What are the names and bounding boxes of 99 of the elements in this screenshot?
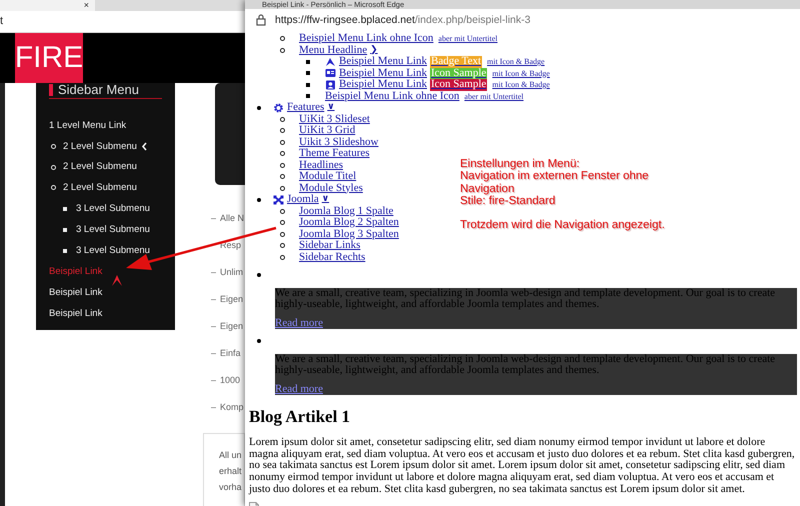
list-dash: –: [211, 320, 218, 333]
feature-text: Eigen: [220, 320, 244, 333]
menu-link[interactable]: Beispiel Menu Link ohne Icon aber mit Untertitel: [299, 33, 498, 44]
menu-link[interactable]: Menu Headline ❯: [299, 44, 378, 56]
site-logo[interactable]: FIRE: [15, 33, 83, 83]
browser-tab[interactable]: ×: [0, 0, 95, 11]
feature-text: Eigen: [220, 293, 244, 306]
active-caret-icon: [111, 274, 123, 286]
bullet-icon: [306, 94, 310, 98]
menu-link[interactable]: Module Styles: [299, 182, 363, 194]
menu-link[interactable]: Sidebar Links: [299, 240, 360, 252]
feature-text: Komp: [220, 401, 244, 414]
list-dash: –: [211, 266, 218, 279]
bullet-icon: [280, 186, 285, 191]
info-text: vorha: [219, 481, 243, 494]
lock-icon: [256, 14, 266, 26]
menu-link[interactable]: UiKit 3 Slideset: [299, 114, 370, 125]
bullet-icon: [257, 198, 261, 202]
menu-link[interactable]: Beispiel Menu Link ohne Icon aber mit Untertitel: [325, 90, 524, 102]
bullet-icon: [280, 36, 285, 42]
menu-link[interactable]: Sidebar Rechts: [299, 252, 366, 263]
menu-badge: Icon Sample: [430, 68, 488, 79]
triangle-icon: [325, 56, 336, 67]
id-card-icon: [325, 68, 336, 78]
sidebar-link[interactable]: 3 Level Submenu: [49, 220, 150, 240]
cross-icon: [273, 194, 284, 205]
sidebar-title: Sidebar Menu: [58, 83, 139, 97]
bullet-icon: [280, 254, 285, 260]
list-dash: –: [211, 293, 218, 306]
list-dash: –: [211, 401, 218, 414]
menu-link[interactable]: Joomla Blog 1 Spalte: [299, 206, 394, 217]
list-dash: –: [211, 374, 218, 387]
list-dash: –: [211, 347, 218, 360]
sidebar-link[interactable]: 2 Level Submenu: [49, 136, 147, 156]
sidebar-link[interactable]: 3 Level Submenu: [49, 198, 150, 218]
article-title: Blog Artikel 1: [249, 407, 352, 427]
sidebar-link[interactable]: 1 Level Menu Link: [49, 116, 126, 136]
bullet-icon: [306, 60, 310, 64]
bullet-icon: [280, 116, 285, 122]
bullet-icon: [280, 162, 285, 168]
read-more-link[interactable]: Read more: [275, 384, 323, 395]
gear-icon: [273, 102, 284, 113]
sidebar-link[interactable]: Beispiel Link: [49, 262, 102, 282]
menu-link[interactable]: Joomla ∨: [273, 194, 330, 206]
menu-link[interactable]: Beispiel Menu Link Badge Text mit Icon & Badge: [325, 56, 545, 68]
menu-link[interactable]: Joomla Blog 2 Spalten: [299, 217, 399, 228]
menu-link[interactable]: Uikit 3 Slideshow: [299, 136, 378, 148]
menu-link[interactable]: Joomla Blog 3 Spalten: [299, 228, 399, 240]
feature-text: 1000: [220, 374, 240, 387]
bullet-icon: [63, 248, 67, 252]
annotation-text: Trotzdem wird die Navigation angezeigt.: [460, 219, 665, 232]
feature-text: Alle N: [220, 212, 244, 225]
menu-link[interactable]: Features ∨: [273, 102, 335, 114]
sidebar-link[interactable]: 2 Level Submenu: [49, 178, 137, 198]
sidebar-link[interactable]: 2 Level Submenu: [49, 157, 137, 177]
menu-link[interactable]: UiKit 3 Grid: [299, 125, 356, 136]
menu-link[interactable]: Beispiel Menu Link Icon Sample mit Icon & Badge: [325, 68, 550, 79]
bullet-icon: [280, 232, 285, 237]
bullet-icon: [257, 338, 261, 343]
info-text: erhalt: [219, 465, 243, 478]
menu-badge: Icon Sample: [430, 79, 488, 90]
close-tab-button[interactable]: ×: [84, 0, 89, 11]
bullet-icon: [280, 48, 285, 53]
bullet-icon: [280, 220, 285, 226]
url-text[interactable]: https://ffw-ringsee.bplaced.net/index.php/beispiel-link-3: [275, 14, 530, 26]
bullet-icon: [306, 82, 310, 87]
annotation-text: Einstellungen im Menü: Navigation im externen Fenster ohne Navigation Stile: fire-Standard: [460, 158, 650, 208]
bullet-icon: [51, 144, 56, 149]
bullet-icon: [51, 185, 56, 190]
bullet-icon: [280, 174, 285, 180]
bullet-icon: [306, 71, 310, 76]
feature-text: Unlim: [220, 266, 244, 279]
info-text: All un: [219, 449, 243, 462]
feature-text: Einfa: [220, 347, 241, 360]
bullet-icon: [51, 164, 56, 170]
menu-link[interactable]: Beispiel Menu Link Icon Sample mit Icon & Badge: [325, 79, 550, 90]
bullet-icon: [63, 206, 67, 210]
bullet-icon: [63, 228, 67, 232]
bullet-icon: [280, 151, 285, 156]
bullet-icon: [257, 106, 261, 110]
menu-link[interactable]: Module Titel: [299, 171, 356, 182]
bullet-icon: [280, 128, 285, 134]
article-text: Lorem ipsum dolor sit amet, consetetur sadipscing elitr, sed diam nonumy eirmod tempor invidunt ut labore et dolore magna aliquyam erat, sed diam voluptua. At vero eos et accusam et justo duo dolores et ea rebum. Stet clita kasd gubergren, no sea takimata sanctus est Lorem ipsum dolor sit amet. Lorem ipsum dolor sit amet, consetetur sadipscing elitr, sed diam nonumy eirmod tempor invidunt ut labore et dolore magna aliquyam erat, sed diam voluptua. At vero eos et accusam et justo duo dolores et ea rebum. Stet clita kasd gubergren, no sea takimata sanctus est Lorem ipsum dolor sit amet.: [249, 437, 795, 496]
bullet-icon: [280, 140, 285, 145]
chevron-icon: [140, 142, 147, 151]
bullet-icon: [257, 272, 261, 277]
user-icon: [325, 80, 336, 90]
sidebar-link[interactable]: 3 Level Submenu: [49, 240, 150, 260]
sidebar-link[interactable]: Beispiel Link: [49, 282, 102, 302]
bullet-icon: [280, 208, 285, 214]
menu-link[interactable]: Theme Features: [299, 148, 370, 160]
address-text: t: [0, 15, 4, 27]
menu-badge: Badge Text: [430, 56, 482, 68]
bullet-icon: [280, 243, 285, 248]
sidebar-link[interactable]: Beispiel Link: [49, 304, 102, 324]
title-accent: [49, 84, 53, 96]
list-dash: –: [211, 212, 218, 225]
read-more-link[interactable]: Read more: [275, 318, 323, 329]
menu-link[interactable]: Headlines: [299, 160, 343, 171]
